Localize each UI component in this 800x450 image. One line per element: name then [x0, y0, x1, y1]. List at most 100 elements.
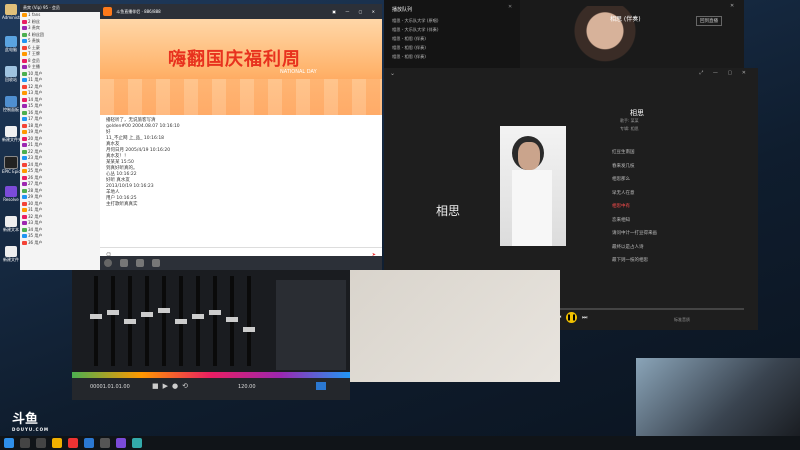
resolve-taskbar-icon[interactable] [116, 438, 126, 448]
room-user-name: 27 用户 [28, 181, 43, 186]
daw-icon[interactable] [100, 438, 110, 448]
desktop-icon-new-folder[interactable]: 新建文件夹 [2, 126, 20, 143]
desktop-icon-epic-games[interactable]: EPIC Epic Games [2, 156, 20, 174]
room-user-name: 34 用户 [28, 226, 43, 232]
windows-taskbar [0, 436, 800, 450]
chat-message[interactable]: 心丛 10:16:22 好听 真水友 [100, 172, 382, 184]
room-user-name: 35 用户 [28, 233, 43, 238]
lyric-line: 最终以是占人诗 [612, 244, 644, 250]
chat-message[interactable]: 11_不止网 上_品_ 10:16:18 真水友 [100, 136, 382, 148]
desktop-icon-this-pc[interactable]: 此电脑 [2, 36, 20, 53]
desktop-icon-new-text[interactable]: 新建文本 [2, 216, 20, 233]
room-user-name: 7 王牌 [28, 51, 40, 56]
channel-fader[interactable] [239, 276, 259, 366]
quality-label[interactable]: 标准音质 [674, 317, 690, 323]
music-app-icon[interactable] [84, 438, 94, 448]
channel-color-strip [72, 372, 350, 378]
chevron-down-icon[interactable]: ⌄ [390, 70, 395, 77]
room-user-row[interactable]: 36 用户 [20, 240, 100, 247]
search-icon[interactable] [20, 438, 30, 448]
chat-message[interactable]: 2013/10/19 10:16:23 羊地人 [100, 184, 382, 196]
douyu-taskbar-icon[interactable] [68, 438, 78, 448]
room-user-name: 3 贵宾 [28, 25, 40, 30]
queue-item[interactable]: 相思 - 大乐队大学 (伴奏) [392, 25, 514, 34]
desktop-icon-resolve[interactable]: Resolve [2, 186, 20, 202]
fader-knob[interactable] [107, 310, 119, 315]
speaker-icon[interactable] [136, 259, 144, 267]
camera-icon[interactable] [152, 259, 160, 267]
rank-badge-icon [22, 110, 27, 115]
chat-message-list: 播轻听了，无说旅客写清 golden#00 2004.08.07 10:16:10… [100, 118, 382, 246]
room-user-name: 26 用户 [28, 174, 43, 180]
fader-track [213, 276, 217, 366]
room-user-name: 11 用户 [28, 77, 43, 82]
file-explorer-icon[interactable] [52, 438, 62, 448]
rank-badge-icon [22, 91, 27, 95]
desktop-icon-new-file[interactable]: 新建文件 [2, 246, 20, 263]
room-user-name: 2 粉丝 [28, 18, 40, 24]
video-background-region [350, 270, 560, 382]
pause-button[interactable]: ❚❚ [566, 312, 577, 323]
lyric-line: 早无人在意 [612, 190, 635, 196]
room-user-name: 31 用户 [28, 207, 43, 212]
task-view-icon[interactable] [36, 438, 46, 448]
close-icon[interactable]: ✕ [508, 4, 512, 10]
room-user-name: 22 用户 [28, 148, 43, 154]
album-cover[interactable] [500, 126, 566, 246]
fader-knob[interactable] [226, 316, 238, 322]
fader-track [196, 276, 200, 366]
steam-icon[interactable] [132, 438, 142, 448]
rank-badge-icon [22, 234, 27, 238]
desktop-icon-administrator[interactable]: Administrator [2, 4, 20, 20]
next-icon[interactable]: ⏭ [582, 314, 587, 322]
back-to-live-button[interactable]: 回到直播 [696, 16, 722, 26]
room-user-name: 16 用户 [28, 109, 43, 115]
lyrics-list: 红豆生南国 春来发几枝 相思那么 早无人在意 相思中有 恋来相知 请问中计一打豆得来画 最终以… [612, 146, 702, 268]
window-controls[interactable]: ▣ — ▢ ✕ [332, 4, 379, 19]
douyu-logo-icon [103, 7, 112, 16]
douyu-bottom-toolbar [100, 256, 382, 270]
fader-knob[interactable] [124, 318, 136, 324]
transport-controls[interactable]: ■▶●⟲ [152, 382, 192, 390]
fader-knob[interactable] [209, 310, 221, 315]
player-title-bar: ⌄ ⤢ — ▢ ✕ [384, 68, 758, 80]
queue-item[interactable]: 相思 - 相思 (伴奏) [392, 43, 514, 52]
face-song-title: 相思 (伴奏) [610, 16, 641, 23]
queue-item[interactable]: 相思 - 相思 (伴奏) [392, 52, 514, 61]
close-icon[interactable]: ✕ [730, 3, 734, 9]
desktop-icon-control-panel[interactable]: 控制面板 [2, 96, 20, 113]
rank-badge-icon [22, 201, 27, 206]
window-controls[interactable]: ⤢ — ▢ ✕ [699, 70, 750, 76]
user-avatar-icon[interactable] [104, 259, 112, 267]
folder-icon [5, 4, 17, 15]
fader-knob[interactable] [158, 308, 170, 314]
room-user-name: 32 用户 [28, 213, 43, 219]
rank-badge-icon [22, 143, 27, 147]
rank-badge-icon [22, 149, 27, 154]
rank-badge-icon [22, 175, 27, 180]
chat-message[interactable]: 某某某 15:50 到真好听真的。 [100, 160, 382, 172]
epic-games-icon [4, 156, 18, 169]
chat-message[interactable]: 月何日月 2005/4/19 10:16:20 真水友！！ [100, 148, 382, 160]
queue-item[interactable]: 相思 - 大乐队大学 (原唱) [392, 16, 514, 25]
fader-knob[interactable] [175, 318, 187, 324]
promo-banner[interactable]: 嗨翻国庆福利周 NATIONAL DAY [100, 19, 382, 115]
fader-knob[interactable] [90, 314, 102, 320]
master-section [276, 280, 346, 370]
chat-message[interactable]: 用户 10:16:25 主打歌听真真实 [100, 196, 382, 208]
rank-badge-icon [22, 19, 27, 24]
queue-item[interactable]: 相思 - 相思 (伴奏) [392, 34, 514, 43]
mix-tab[interactable] [316, 382, 326, 390]
fader-knob[interactable] [141, 311, 153, 317]
tempo[interactable]: 120.00 [238, 384, 256, 390]
fader-knob[interactable] [192, 314, 204, 320]
mic-icon[interactable] [120, 259, 128, 267]
chat-message[interactable]: golden#00 2004.08.07 10:16:10 好 [100, 124, 382, 136]
fader-track [94, 276, 98, 366]
room-user-panel: 贵宾 (Vip) 95 · 会员 1 fans 2 粉丝 3 贵宾 4 粉丝团 5 贵族… [20, 4, 100, 270]
start-icon[interactable] [4, 438, 14, 448]
douyu-window-title: 斗鱼直播伴侣 · 886/888 [116, 9, 161, 14]
room-user-list: 1 fans 2 粉丝 3 贵宾 4 粉丝团 5 贵族 6 土豪 7 王牌 8 会员 9 主播 1… [20, 12, 100, 246]
desktop-icon-recycle-bin[interactable]: 回收站 [2, 66, 20, 83]
fader-knob[interactable] [243, 327, 255, 332]
